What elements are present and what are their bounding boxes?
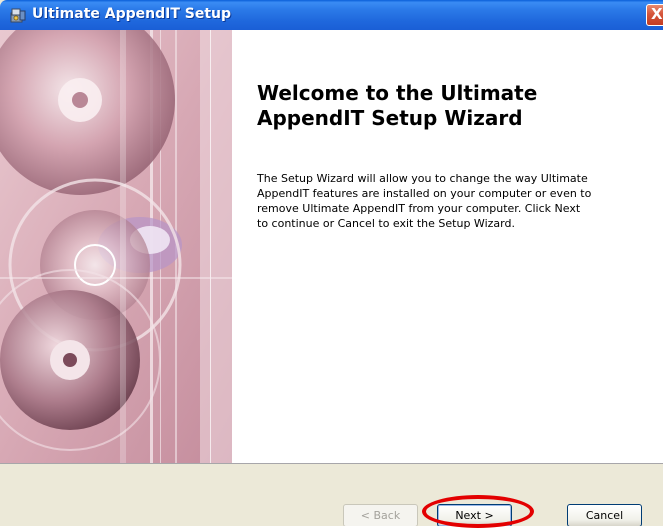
- setup-package-icon: [9, 6, 27, 24]
- wizard-content: Welcome to the Ultimate AppendIT Setup W…: [0, 30, 663, 463]
- welcome-heading: Welcome to the Ultimate AppendIT Setup W…: [257, 81, 647, 131]
- window-title: Ultimate AppendIT Setup: [32, 6, 232, 22]
- close-icon: X: [651, 5, 663, 23]
- title-bar[interactable]: Ultimate AppendIT Setup X: [0, 0, 663, 30]
- wizard-banner-image: [0, 30, 232, 463]
- close-button[interactable]: X: [646, 4, 663, 26]
- next-button[interactable]: Next >: [437, 504, 512, 526]
- description-line: remove Ultimate AppendIT from your compu…: [257, 202, 581, 215]
- description-line: AppendIT features are installed on your …: [257, 187, 592, 200]
- welcome-heading-line: Welcome to the Ultimate: [257, 81, 538, 105]
- welcome-heading-line: AppendIT Setup Wizard: [257, 106, 523, 130]
- description-line: The Setup Wizard will allow you to chang…: [257, 172, 588, 185]
- cancel-button[interactable]: Cancel: [567, 504, 642, 526]
- welcome-description: The Setup Wizard will allow you to chang…: [257, 171, 657, 231]
- back-button[interactable]: < Back: [343, 504, 418, 526]
- setup-window: Ultimate AppendIT Setup X Welcome to the…: [0, 0, 663, 526]
- description-line: to continue or Cancel to exit the Setup …: [257, 217, 515, 230]
- button-bar: < Back Next > Cancel: [0, 463, 663, 526]
